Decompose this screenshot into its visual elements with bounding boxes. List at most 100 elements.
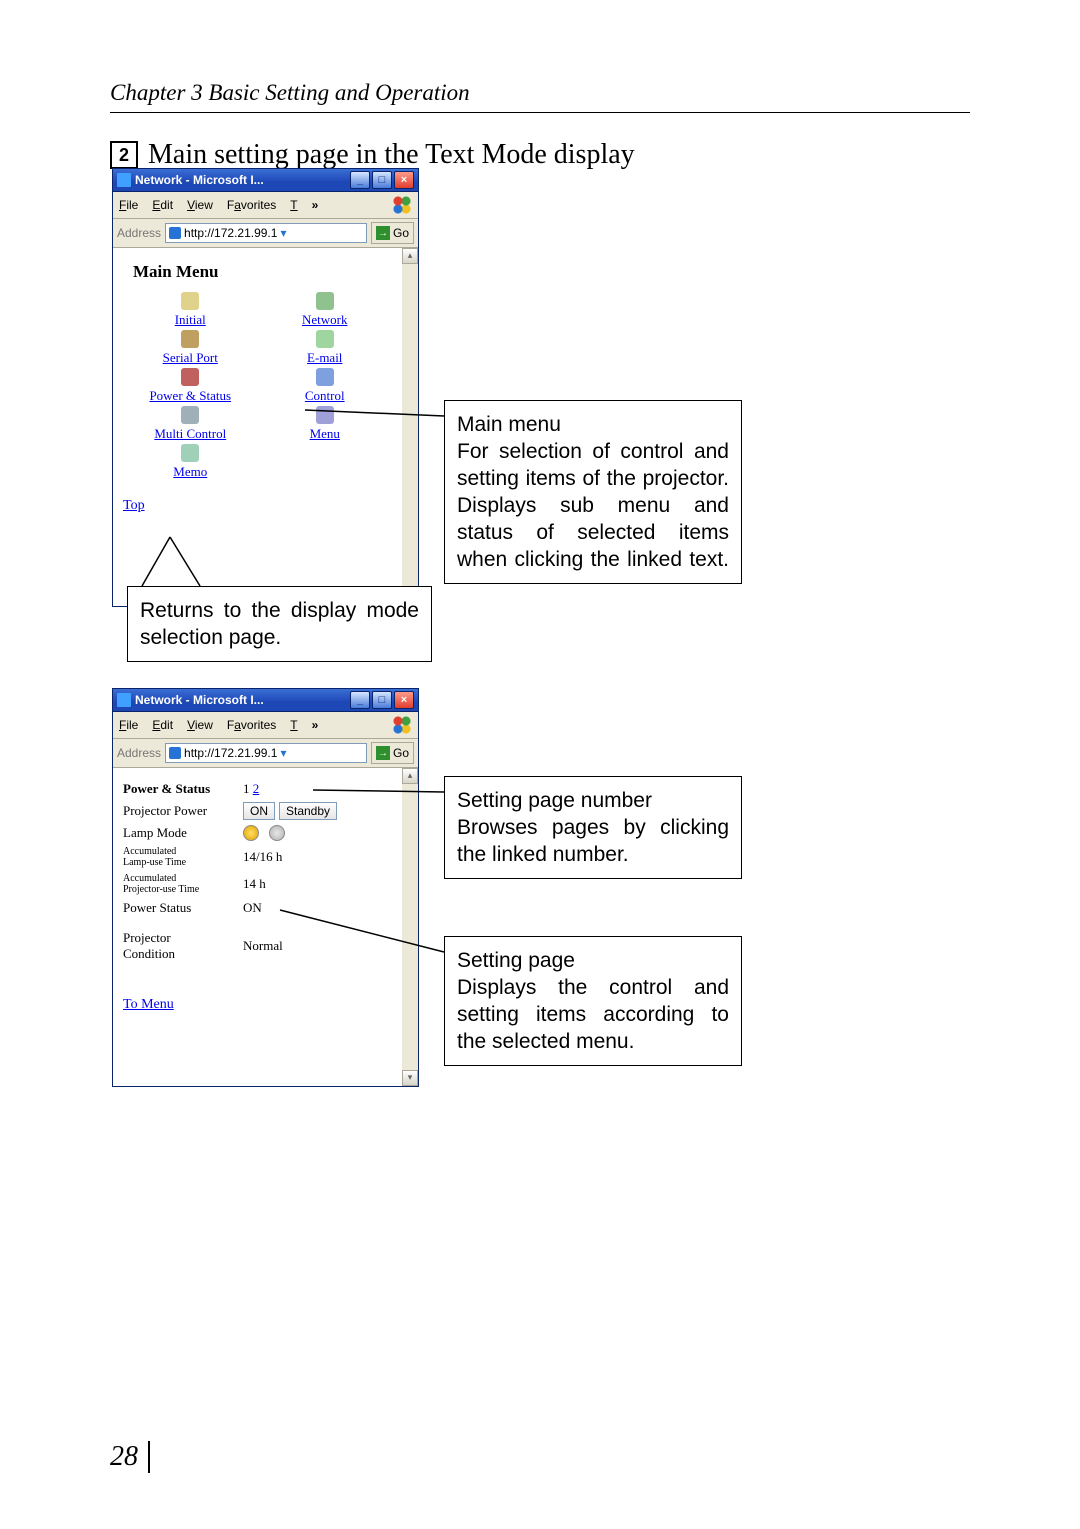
chapter-heading: Chapter 3 Basic Setting and Operation — [110, 80, 970, 113]
address-field[interactable]: http://172.21.99.1 ▾ — [165, 223, 367, 243]
close-button[interactable]: × — [394, 691, 414, 709]
label-projector-condition: ProjectorCondition — [123, 930, 243, 962]
maximize-button[interactable]: □ — [372, 171, 392, 189]
page-icon — [169, 227, 181, 239]
mainmenu-heading: Main Menu — [133, 262, 392, 282]
link-serial[interactable]: Serial Port — [163, 350, 218, 366]
label-projector-power: Projector Power — [123, 803, 243, 819]
address-dropdown-icon[interactable]: ▾ — [280, 226, 286, 240]
scrollbar[interactable]: ▴ ▾ — [402, 768, 418, 1086]
link-memo[interactable]: Memo — [173, 464, 207, 480]
multicontrol-icon — [181, 406, 199, 424]
address-value: http://172.21.99.1 — [184, 746, 277, 760]
section-title: Main setting page in the Text Mode displ… — [148, 139, 635, 171]
label-power-status: Power Status — [123, 900, 243, 916]
link-initial[interactable]: Initial — [175, 312, 206, 328]
go-button[interactable]: → Go — [371, 742, 414, 764]
page-icon — [169, 747, 181, 759]
go-label: Go — [393, 226, 409, 240]
address-value: http://172.21.99.1 — [184, 226, 277, 240]
label-acc-lamp: AccumulatedLamp-use Time — [123, 846, 243, 868]
ie-logo-icon — [117, 173, 131, 187]
menu-edit[interactable]: Edit — [152, 718, 173, 732]
minimize-button[interactable]: _ — [350, 691, 370, 709]
address-label: Address — [117, 226, 161, 240]
menu-view[interactable]: View — [187, 198, 213, 212]
go-button[interactable]: → Go — [371, 222, 414, 244]
scroll-up-icon[interactable]: ▴ — [402, 248, 418, 264]
address-bar: Address http://172.21.99.1 ▾ → Go — [113, 219, 418, 248]
scrollbar[interactable]: ▴ ▾ — [402, 248, 418, 606]
link-power[interactable]: Power & Status — [149, 388, 231, 404]
label-lamp-mode: Lamp Mode — [123, 825, 243, 841]
value-acc-projector: 14 h — [243, 876, 266, 892]
close-button[interactable]: × — [394, 171, 414, 189]
callout-setting-page: Setting page Displays the control and se… — [444, 936, 742, 1066]
scroll-up-icon[interactable]: ▴ — [402, 768, 418, 784]
titlebar: Network - Microsoft I... _ □ × — [113, 169, 418, 192]
standby-button[interactable]: Standby — [279, 802, 337, 820]
link-email[interactable]: E-mail — [307, 350, 342, 366]
section-number-box: 2 — [110, 141, 138, 169]
browser-content: Power & Status 1 2 Projector Power ON St… — [113, 768, 418, 1086]
label-acc-projector: AccumulatedProjector-use Time — [123, 873, 243, 895]
menu-file[interactable]: File — [119, 198, 138, 212]
windows-flag-icon — [392, 715, 412, 735]
lamp-mode-normal-icon[interactable] — [243, 825, 259, 841]
go-arrow-icon: → — [376, 226, 390, 240]
value-projector-condition: Normal — [243, 938, 283, 954]
address-bar: Address http://172.21.99.1 ▾ → Go — [113, 739, 418, 768]
menu-view[interactable]: View — [187, 718, 213, 732]
lamp-mode-eco-icon[interactable] — [269, 825, 285, 841]
menu-favorites[interactable]: Favorites — [227, 718, 276, 732]
maximize-button[interactable]: □ — [372, 691, 392, 709]
menu-file[interactable]: File — [119, 718, 138, 732]
page-current: 1 — [243, 781, 250, 797]
on-button[interactable]: ON — [243, 802, 275, 820]
link-network[interactable]: Network — [302, 312, 348, 328]
address-label: Address — [117, 746, 161, 760]
address-field[interactable]: http://172.21.99.1 ▾ — [165, 743, 367, 763]
network-icon — [316, 292, 334, 310]
page-number: 28 — [110, 1441, 150, 1473]
menubar: File Edit View Favorites T » — [113, 192, 418, 219]
menu-tools-truncated[interactable]: T — [290, 718, 297, 732]
link-top[interactable]: Top — [123, 498, 145, 514]
callout-mainmenu: Main menu For selection of control and s… — [444, 400, 742, 584]
callout-setting-page-number: Setting page number Browses pages by cli… — [444, 776, 742, 879]
menu-favorites[interactable]: Favorites — [227, 198, 276, 212]
scroll-down-icon[interactable]: ▾ — [402, 1070, 418, 1086]
window-title: Network - Microsoft I... — [135, 693, 350, 707]
control-icon — [316, 368, 334, 386]
browser-content: Main Menu Initial Network Serial Port E-… — [113, 248, 418, 606]
menu-overflow[interactable]: » — [312, 718, 319, 732]
status-heading: Power & Status — [123, 781, 243, 797]
page-link-2[interactable]: 2 — [253, 781, 260, 797]
windows-flag-icon — [392, 195, 412, 215]
section-title-row: 2 Main setting page in the Text Mode dis… — [110, 139, 970, 171]
serial-icon — [181, 330, 199, 348]
ie-window-status: Network - Microsoft I... _ □ × File Edit… — [112, 688, 419, 1087]
menu-edit[interactable]: Edit — [152, 198, 173, 212]
menubar: File Edit View Favorites T » — [113, 712, 418, 739]
menu-tools-truncated[interactable]: T — [290, 198, 297, 212]
go-arrow-icon: → — [376, 746, 390, 760]
memo-icon — [181, 444, 199, 462]
menu-icon — [316, 406, 334, 424]
minimize-button[interactable]: _ — [350, 171, 370, 189]
value-acc-lamp: 14/16 h — [243, 849, 282, 865]
ie-logo-icon — [117, 693, 131, 707]
email-icon — [316, 330, 334, 348]
go-label: Go — [393, 746, 409, 760]
link-control[interactable]: Control — [305, 388, 345, 404]
link-to-menu[interactable]: To Menu — [123, 997, 174, 1013]
address-dropdown-icon[interactable]: ▾ — [280, 746, 286, 760]
menu-overflow[interactable]: » — [312, 198, 319, 212]
value-power-status: ON — [243, 900, 262, 916]
link-menu[interactable]: Menu — [310, 426, 340, 442]
link-multicontrol[interactable]: Multi Control — [154, 426, 226, 442]
power-icon — [181, 368, 199, 386]
callout-return: Returns to the display mode selection pa… — [127, 586, 432, 662]
window-title: Network - Microsoft I... — [135, 173, 350, 187]
ie-window-mainmenu: Network - Microsoft I... _ □ × File Edit… — [112, 168, 419, 607]
